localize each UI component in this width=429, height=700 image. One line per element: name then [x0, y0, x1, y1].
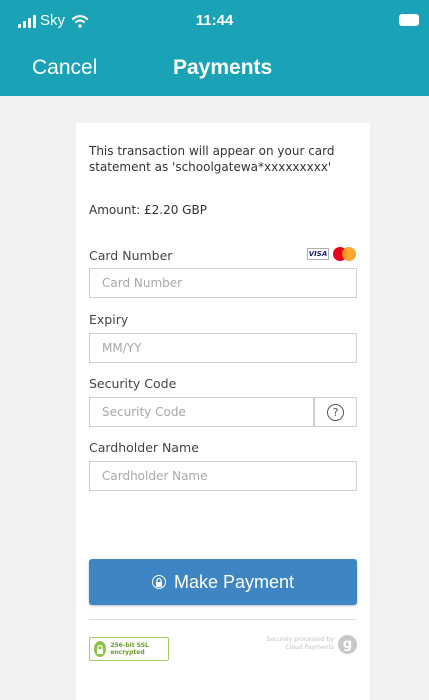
expiry-input[interactable]: MM/YY: [89, 333, 357, 363]
payment-form: This transaction will appear on your car…: [76, 123, 370, 700]
expiry-label: Expiry: [89, 312, 129, 327]
security-code-help-button[interactable]: ?: [314, 397, 357, 427]
provider-logo-icon: g: [338, 635, 357, 654]
amount-text: Amount: £2.20 GBP: [89, 203, 207, 217]
help-icon: ?: [327, 403, 344, 421]
make-payment-button[interactable]: Make Payment: [89, 559, 357, 605]
ssl-lock-icon: [94, 641, 107, 657]
cardholder-input[interactable]: Cardholder Name: [89, 461, 357, 491]
ssl-badge: 256-bit SSL encrypted: [89, 637, 169, 661]
visa-logo-icon: VISA: [307, 248, 329, 260]
card-number-label: Card Number: [89, 248, 173, 263]
card-number-input[interactable]: Card Number: [89, 268, 357, 298]
cancel-button[interactable]: Cancel: [32, 56, 97, 80]
ssl-badge-text: 256-bit SSL encrypted: [110, 642, 149, 656]
nav-bar: Cancel Payments: [0, 44, 429, 96]
divider: [89, 619, 357, 620]
status-time: 11:44: [195, 12, 234, 29]
card-logos: VISA: [307, 247, 357, 261]
security-code-input[interactable]: Security Code: [89, 397, 314, 427]
transaction-notice: This transaction will appear on your car…: [89, 144, 335, 174]
cardholder-label: Cardholder Name: [89, 440, 199, 455]
lock-icon: [151, 575, 166, 589]
battery-icon: [399, 14, 419, 26]
status-bar: Sky 11:44: [0, 0, 429, 44]
make-payment-label: Make Payment: [173, 571, 295, 592]
secured-by-text: Securely processed by Cloud Payments: [266, 636, 334, 651]
mastercard-logo-icon: [333, 247, 357, 261]
page-title: Payments: [173, 56, 273, 79]
security-code-label: Security Code: [89, 376, 177, 391]
